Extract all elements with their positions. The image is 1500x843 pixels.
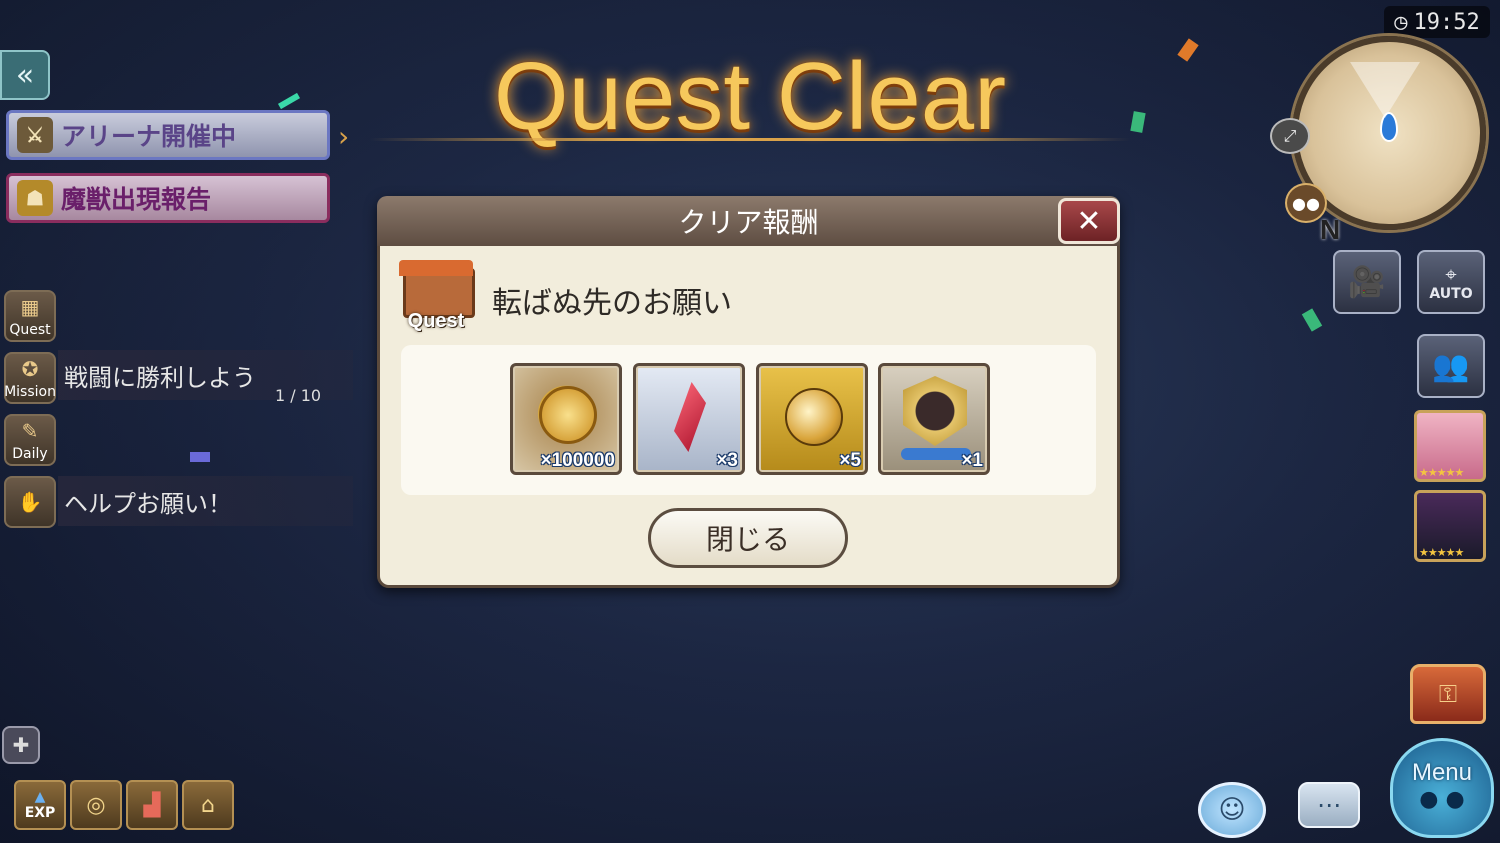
rarity-stars-icon: ★★★★★ xyxy=(1419,546,1464,559)
minimap-pet-button[interactable]: ●● xyxy=(1285,183,1327,223)
reward-red-crystal[interactable]: ×3 xyxy=(633,363,745,475)
up-arrow-icon: ▲ xyxy=(34,789,46,805)
character-medal-icon xyxy=(903,376,967,446)
chat-bubble-icon: ⋯ xyxy=(1317,791,1341,819)
daily-book-icon: ✎ xyxy=(21,419,39,443)
shield-plus-icon: ✚ xyxy=(12,733,30,757)
help-text: ヘルプお願い！ xyxy=(64,490,232,518)
camera-button[interactable]: 🎥 xyxy=(1333,250,1401,314)
daily-side-label: Daily xyxy=(12,446,48,462)
party-icon: 👥 xyxy=(1432,348,1470,384)
smile-icon: ☺ xyxy=(1218,795,1246,825)
beast-banner-label: 魔獣出現報告 xyxy=(61,186,212,214)
party-member-portrait[interactable]: ★★★★★ xyxy=(1414,490,1486,562)
close-icon-button[interactable]: ✕ xyxy=(1058,198,1120,244)
clock: ◷ 19:52 xyxy=(1384,6,1490,38)
reward-list xyxy=(401,345,1096,495)
mission-side-label: Mission xyxy=(4,384,56,400)
boots-boost-button[interactable]: ▟ xyxy=(126,780,178,830)
exp-label: EXP xyxy=(24,805,56,821)
shield-plus-button[interactable]: ✚ xyxy=(2,726,40,764)
auto-button[interactable]: ⌖ AUTO xyxy=(1417,250,1485,314)
double-chevron-left-icon: « xyxy=(15,57,35,93)
arena-banner-label: アリーナ開催中 xyxy=(61,123,237,151)
reward-qty: ×100000 xyxy=(540,450,616,471)
player-marker-icon xyxy=(1380,112,1398,142)
quest-icon: Quest xyxy=(399,260,475,334)
auto-label: AUTO xyxy=(1429,286,1473,302)
view-cone xyxy=(1350,62,1420,118)
cage-boost-button[interactable]: ⌂ xyxy=(182,780,234,830)
camera-icon: 🎥 xyxy=(1348,264,1386,300)
gold-coin-icon xyxy=(539,386,597,444)
quest-side-label: Quest xyxy=(9,322,51,338)
compass-north: N xyxy=(1320,214,1341,245)
menu-button[interactable]: Menu ● ● xyxy=(1390,738,1494,838)
red-crystal-icon xyxy=(674,382,706,452)
quest-name: 転ばぬ先のお願い xyxy=(492,287,732,320)
banner-expand-arrow-icon[interactable]: › xyxy=(338,120,349,153)
quest-icon-label: Quest xyxy=(407,310,465,332)
title-underline xyxy=(370,138,1130,141)
quest-clear-title: Quest Clear xyxy=(493,43,1007,150)
arena-banner[interactable]: ⚔ アリーナ開催中 xyxy=(6,110,330,160)
confetti xyxy=(190,452,210,462)
golden-orb-icon xyxy=(785,388,843,446)
reward-qty: ×1 xyxy=(961,450,983,471)
mission-fox-icon: ✪ xyxy=(21,357,39,381)
rarity-stars-icon: ★★★★★ xyxy=(1419,466,1464,479)
dialog-header: クリア報酬 xyxy=(377,196,1120,246)
back-button[interactable]: « xyxy=(0,50,50,100)
party-button[interactable]: 👥 xyxy=(1417,334,1485,398)
auto-target-icon: ⌖ xyxy=(1445,262,1457,286)
reward-gold-coin[interactable]: ×100000 xyxy=(510,363,622,475)
mission-side-button[interactable]: ✪ Mission xyxy=(4,352,56,404)
close-button[interactable]: 閉じる xyxy=(648,508,848,568)
exp-boost-button[interactable]: ▲ EXP xyxy=(14,780,66,830)
quest-board-icon: ▦ xyxy=(20,295,40,319)
clock-time: 19:52 xyxy=(1413,9,1480,35)
lock-icon: ⚿ xyxy=(1438,680,1458,708)
mission-text: 戦闘に勝利しよう xyxy=(64,364,256,392)
reward-golden-orb[interactable]: ×5 xyxy=(756,363,868,475)
clock-icon: ◷ xyxy=(1394,9,1408,35)
chat-button[interactable]: ⋯ xyxy=(1298,782,1360,828)
treasure-chest-button[interactable]: ⚿ xyxy=(1410,664,1486,724)
menu-mascot-icon: ● ● xyxy=(1419,787,1465,812)
close-icon: ✕ xyxy=(1076,203,1102,239)
boots-icon: ▟ xyxy=(143,792,161,818)
menu-label: Menu xyxy=(1411,759,1473,786)
mission-progress: 1 / 10 xyxy=(275,386,322,405)
quest-roof-icon xyxy=(399,260,473,276)
arena-icon: ⚔ xyxy=(17,117,53,153)
daily-side-button[interactable]: ✎ Daily xyxy=(4,414,56,466)
reward-character-medal[interactable]: ×1 xyxy=(878,363,990,475)
reward-qty: ×5 xyxy=(839,450,861,471)
beast-icon: ☗ xyxy=(17,180,53,216)
cage-icon: ⌂ xyxy=(201,792,215,818)
coin-boost-icon: ◎ xyxy=(86,792,106,818)
coin-boost-button[interactable]: ◎ xyxy=(70,780,122,830)
help-side-button[interactable]: ✋ xyxy=(4,476,56,528)
beast-report-banner[interactable]: ☗ 魔獣出現報告 xyxy=(6,173,330,223)
reward-qty: ×3 xyxy=(716,450,738,471)
help-row[interactable]: ヘルプお願い！ xyxy=(58,476,353,526)
quest-side-button[interactable]: ▦ Quest xyxy=(4,290,56,342)
handshake-icon: ✋ xyxy=(17,490,43,514)
party-member-portrait[interactable]: ★★★★★ xyxy=(1414,410,1486,482)
minimap-zoom-button[interactable]: ⤢ xyxy=(1270,118,1310,154)
emote-button[interactable]: ☺ xyxy=(1198,782,1266,838)
